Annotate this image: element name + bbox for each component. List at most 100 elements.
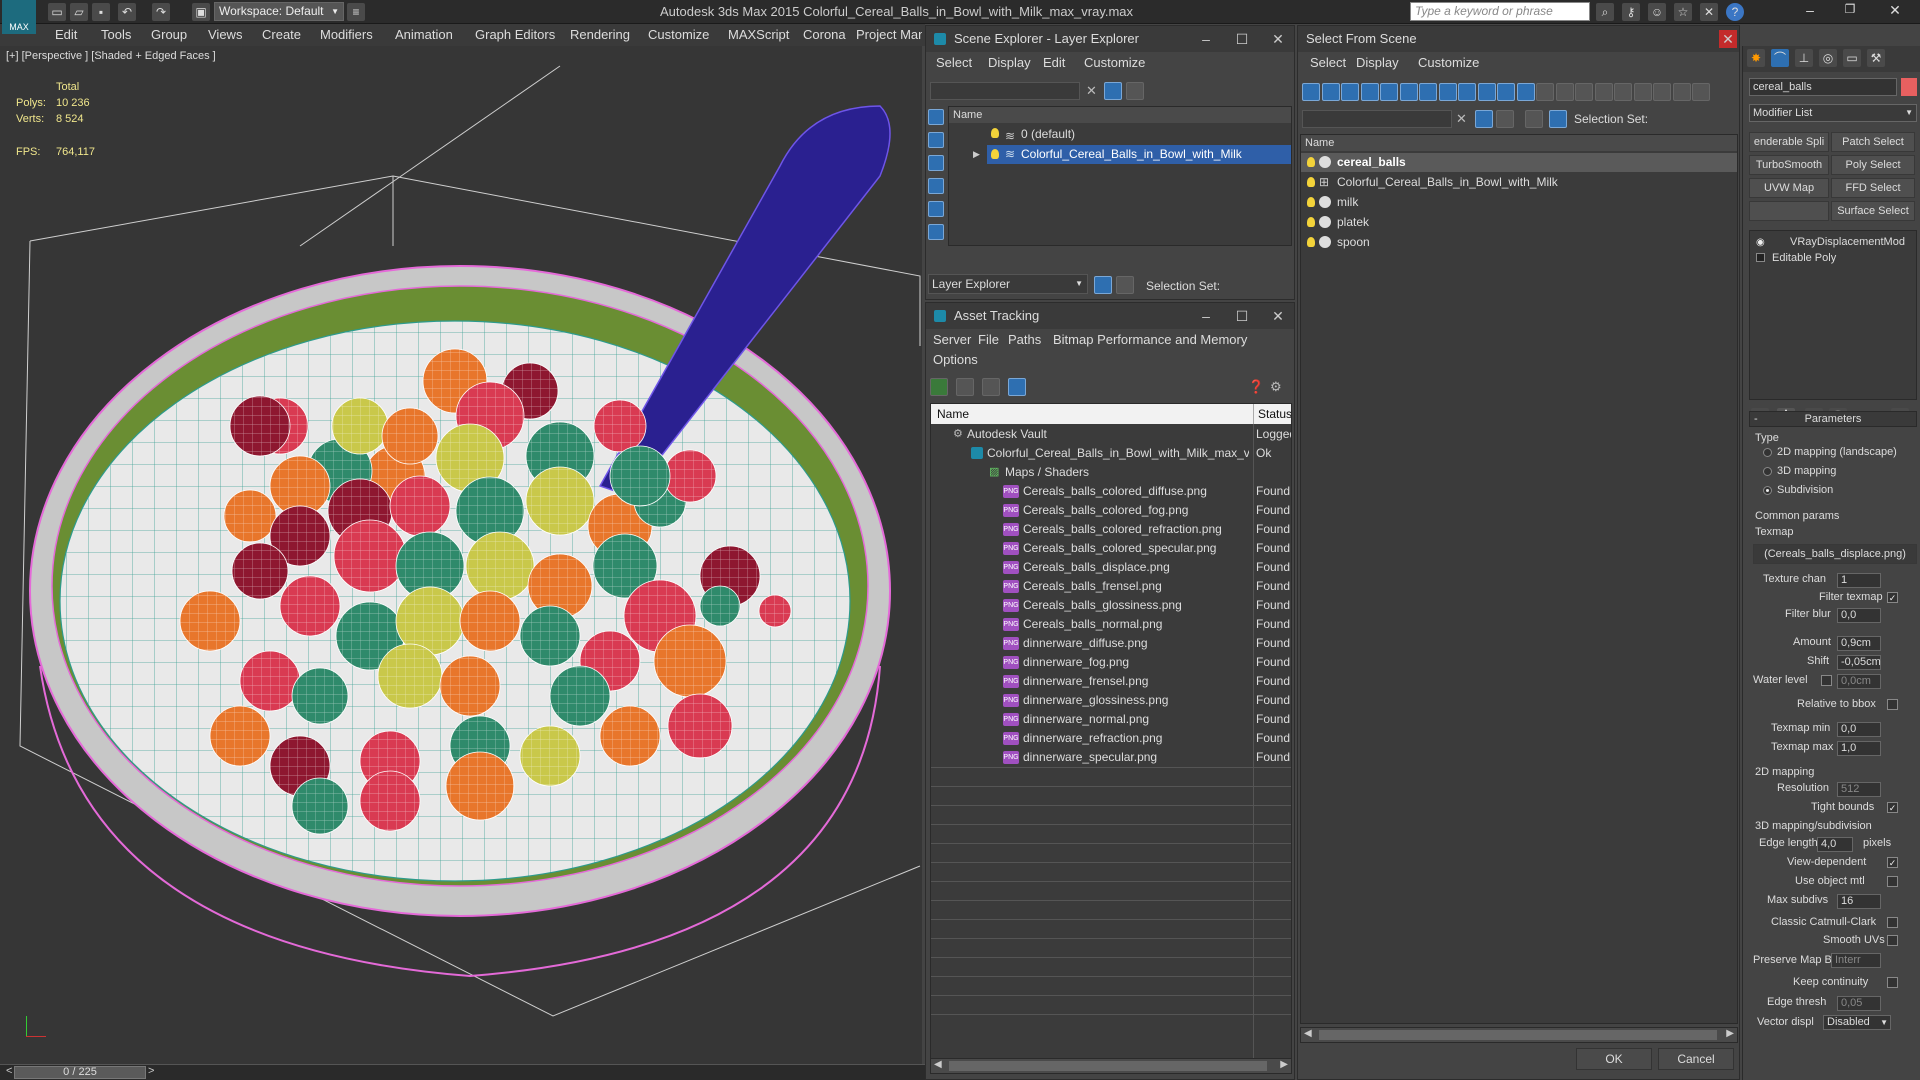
at-row-file[interactable]: PNG dinnerware_refraction.png Found [931, 729, 1291, 748]
at-row-max-file[interactable]: Colorful_Cereal_Balls_in_Bowl_with_Milk_… [931, 444, 1291, 463]
sfs-titlebar[interactable]: Select From Scene ✕ [1298, 26, 1739, 52]
at-menu-server[interactable]: Server [933, 332, 971, 347]
at-row-file[interactable]: PNG dinnerware_specular.png Found [931, 748, 1291, 767]
at-menu-file[interactable]: File [978, 332, 999, 347]
display-tab-icon[interactable]: ▭ [1843, 49, 1861, 67]
at-col-status[interactable]: Status [1258, 407, 1291, 421]
se-clear-search-icon[interactable]: ✕ [1086, 83, 1097, 99]
scene-explorer-titlebar[interactable]: Scene Explorer - Layer Explorer – ☐ ✕ [926, 26, 1294, 52]
create-tab-icon[interactable]: ✸ [1747, 49, 1765, 67]
sfs-column-header[interactable]: Name [1301, 135, 1737, 151]
at-row-file[interactable]: PNG dinnerware_diffuse.png Found [931, 634, 1291, 653]
sfs-row-milk[interactable]: milk [1301, 193, 1737, 212]
texture-chan-field[interactable]: 1 [1837, 573, 1881, 588]
sfs-menu-display[interactable]: Display [1356, 55, 1399, 70]
at-table-icon[interactable] [1008, 378, 1026, 396]
stack-item-editable-poly[interactable]: Editable Poly [1750, 249, 1916, 268]
time-slider-thumb[interactable]: 0 / 225 [14, 1066, 146, 1079]
at-row-file[interactable]: PNG dinnerware_normal.png Found [931, 710, 1291, 729]
classic-catmull-checkbox[interactable] [1887, 917, 1898, 928]
light-bulb-icon[interactable] [1307, 217, 1315, 227]
light-bulb-icon[interactable] [1307, 157, 1315, 167]
sfs-filter-geometry-icon[interactable] [1302, 83, 1320, 101]
type-2d-label[interactable]: 2D mapping (landscape) [1777, 446, 1897, 458]
timeline-next-button[interactable]: > [148, 1065, 154, 1077]
scroll-right-icon[interactable]: ▶ [1280, 1059, 1288, 1070]
sfs-filter-lights-icon[interactable] [1341, 83, 1359, 101]
at-scrollbar-thumb[interactable] [949, 1061, 1267, 1071]
at-list-icon[interactable] [956, 378, 974, 396]
scroll-left-icon[interactable]: ◀ [1304, 1028, 1312, 1039]
save-file-icon[interactable]: ▪ [92, 3, 110, 21]
hold-icon[interactable]: ▣ [192, 3, 210, 21]
edge-thresh-field[interactable]: 0,05 [1837, 996, 1881, 1011]
type-2d-radio[interactable] [1763, 448, 1772, 457]
uvw-map-button[interactable]: UVW Map [1749, 178, 1829, 198]
object-name-field[interactable]: cereal_balls [1749, 78, 1897, 96]
texmap-max-field[interactable]: 1,0 [1837, 741, 1881, 756]
binoculars-icon[interactable]: ⌕ [1596, 3, 1614, 21]
se-tool-2-icon[interactable] [928, 132, 944, 148]
menu-customize[interactable]: Customize [648, 27, 709, 42]
filter-blur-field[interactable]: 0,0 [1837, 608, 1881, 623]
scene-explorer-close[interactable]: ✕ [1268, 30, 1288, 48]
at-row-file[interactable]: PNG Cereals_balls_colored_diffuse.png Foun… [931, 482, 1291, 501]
se-search-input[interactable] [930, 82, 1080, 100]
at-row-file[interactable]: PNG Cereals_balls_colored_refraction.png F… [931, 520, 1291, 539]
at-row-vault[interactable]: ⚙ Autodesk Vault Logged [931, 425, 1291, 444]
se-column-header[interactable]: Name [949, 107, 1291, 123]
sfs-filter-bones-icon[interactable] [1458, 83, 1476, 101]
sfs-filter-shapes-icon[interactable] [1321, 83, 1340, 101]
scroll-right-icon[interactable]: ▶ [1726, 1028, 1734, 1039]
asset-tracking-maximize[interactable]: ☐ [1232, 307, 1252, 325]
filter-texmap-checkbox[interactable]: ✓ [1887, 592, 1898, 603]
sfs-ok-button[interactable]: OK [1576, 1048, 1652, 1070]
scene-explorer-minimize[interactable]: – [1196, 30, 1216, 48]
se-tool-4-icon[interactable] [928, 178, 944, 194]
sfs-filter-display-none-icon[interactable] [1555, 83, 1574, 101]
help-icon[interactable]: ? [1726, 3, 1744, 21]
type-3d-radio[interactable] [1763, 467, 1772, 476]
se-row-colorful-cereal-layer[interactable]: ▶ ≋ Colorful_Cereal_Balls_in_Bowl_with_M… [973, 145, 1291, 164]
menu-create[interactable]: Create [262, 27, 301, 42]
at-row-file[interactable]: PNG Cereals_balls_glossiness.png Found [931, 596, 1291, 615]
asset-tracking-close[interactable]: ✕ [1268, 307, 1288, 325]
texmap-min-field[interactable]: 0,0 [1837, 722, 1881, 737]
se-tool-6-icon[interactable] [928, 224, 944, 240]
sfs-row-platek[interactable]: platek [1301, 213, 1737, 232]
se-row-default-layer[interactable]: ≋ 0 (default) [949, 125, 1291, 144]
menu-modifiers[interactable]: Modifiers [320, 27, 373, 42]
preserve-map-dropdown[interactable]: Interr [1831, 953, 1881, 968]
type-subdivision-label[interactable]: Subdivision [1777, 484, 1833, 496]
app-logo[interactable]: MAX [2, 0, 36, 34]
close-window-button[interactable]: ✕ [1875, 2, 1915, 22]
at-menu-bitmap-performance[interactable]: Bitmap Performance and Memory [1053, 332, 1247, 347]
sfs-filter-helpers-icon[interactable] [1380, 83, 1398, 101]
shift-field[interactable]: -0,05cm [1837, 655, 1881, 670]
user-icon[interactable]: ☺ [1648, 3, 1666, 21]
light-bulb-icon[interactable] [991, 128, 999, 138]
motion-tab-icon[interactable]: ◎ [1819, 49, 1837, 67]
time-slider[interactable]: < 0 / 225 > [0, 1064, 925, 1080]
at-row-file[interactable]: PNG Cereals_balls_displace.png Found [931, 558, 1291, 577]
at-row-file[interactable]: PNG dinnerware_fog.png Found [931, 653, 1291, 672]
texmap-button[interactable]: (Cereals_balls_displace.png) [1753, 544, 1917, 564]
at-col-name[interactable]: Name [937, 407, 969, 421]
timeline-prev-button[interactable]: < [6, 1065, 12, 1077]
at-menu-options[interactable]: Options [933, 352, 978, 367]
water-level-checkbox[interactable] [1821, 675, 1832, 686]
sfs-filter-cameras-icon[interactable] [1360, 83, 1379, 101]
key-icon[interactable]: ⚷ [1622, 3, 1640, 21]
type-3d-label[interactable]: 3D mapping [1777, 465, 1836, 477]
se-explorer-dropdown[interactable]: Layer Explorer ▼ [928, 274, 1088, 294]
use-object-mtl-checkbox[interactable] [1887, 876, 1898, 887]
sfs-row-spoon[interactable]: spoon [1301, 233, 1737, 252]
menu-corona[interactable]: Corona [803, 27, 846, 42]
type-subdivision-radio[interactable] [1763, 486, 1772, 495]
sfs-hierarchy-icon[interactable] [1549, 110, 1567, 128]
keep-continuity-checkbox[interactable] [1887, 977, 1898, 988]
parameters-header[interactable]: - Parameters [1749, 411, 1917, 427]
menu-animation[interactable]: Animation [395, 27, 453, 42]
patch-select-button[interactable]: Patch Select [1831, 132, 1915, 152]
relative-bbox-checkbox[interactable] [1887, 699, 1898, 710]
